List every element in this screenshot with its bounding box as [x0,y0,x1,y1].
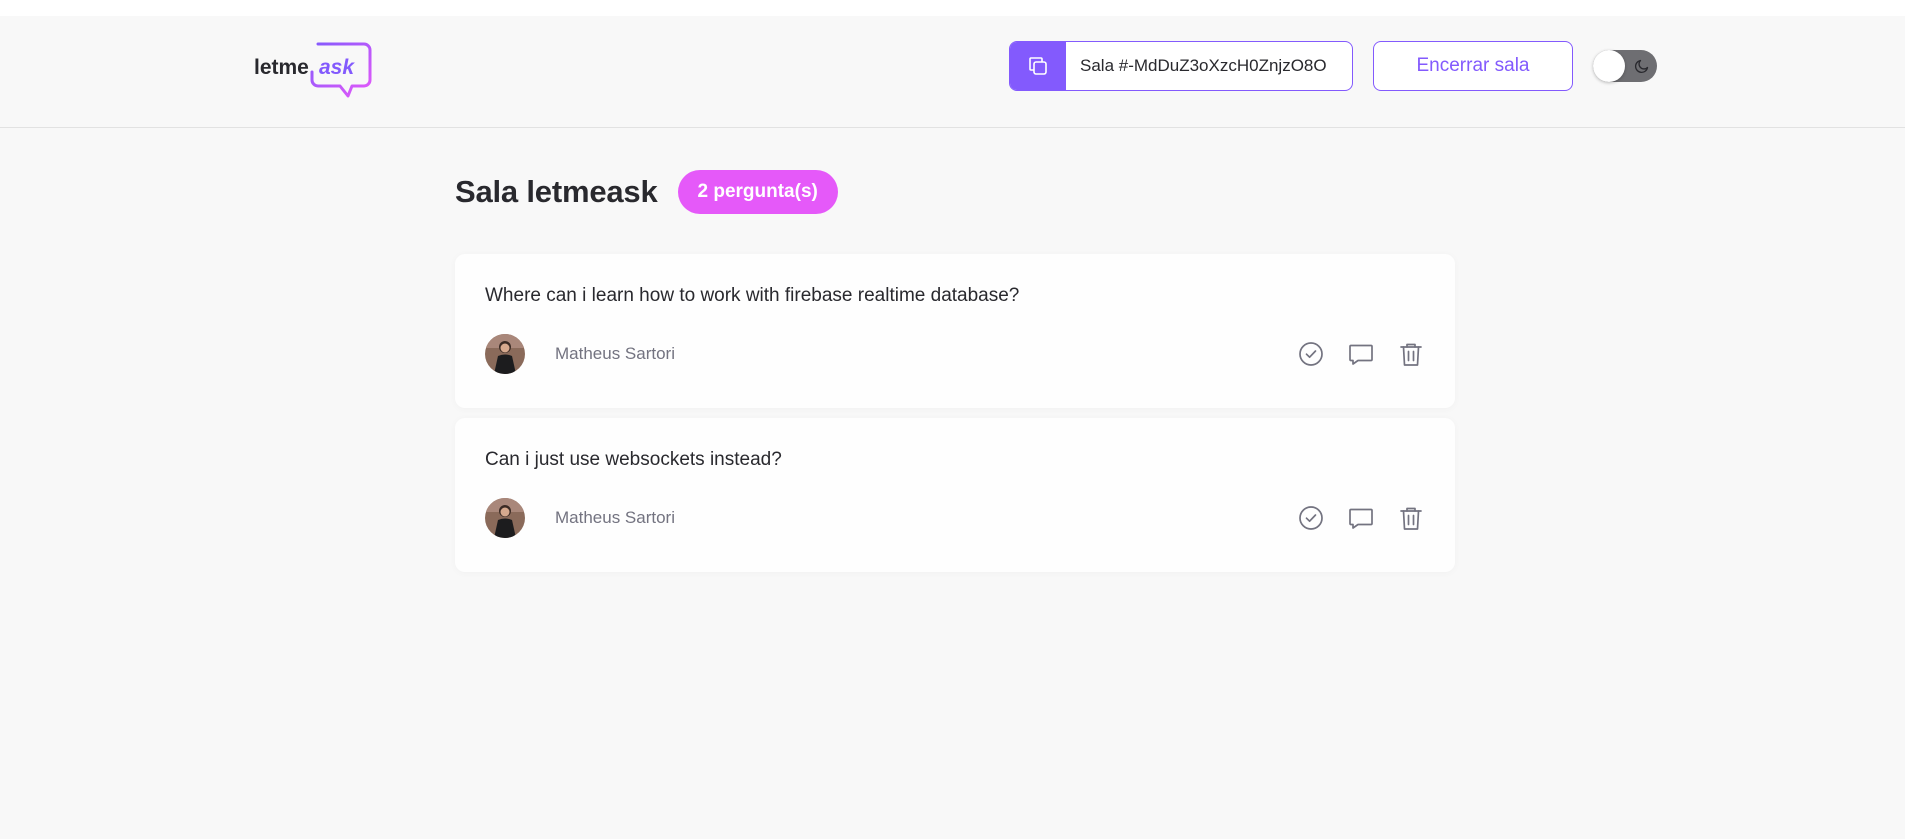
page-title: Sala letmeask [455,174,658,209]
question-actions [1297,340,1425,368]
check-circle-icon[interactable] [1297,504,1325,532]
question-list: Where can i learn how to work with fireb… [455,254,1455,572]
answer-icon[interactable] [1347,504,1375,532]
room-code-button[interactable]: Sala #-MdDuZ3oXzcH0ZnjzO8O [1009,41,1353,91]
question-footer: Matheus Sartori [485,498,1425,538]
room-code-label: Sala #-MdDuZ3oXzcH0ZnjzO8O [1080,56,1327,75]
user-name: Matheus Sartori [555,344,675,363]
theme-toggle[interactable] [1593,50,1657,82]
user-name: Matheus Sartori [555,508,675,527]
avatar [485,498,525,538]
answer-icon[interactable] [1347,340,1375,368]
question-card: Can i just use websockets instead? Mathe… [455,418,1455,572]
avatar [485,334,525,374]
user-info: Matheus Sartori [485,334,675,374]
question-actions [1297,504,1425,532]
user-info: Matheus Sartori [485,498,675,538]
header-actions: Sala #-MdDuZ3oXzcH0ZnjzO8O Encerrar sala [1009,41,1657,91]
question-card: Where can i learn how to work with fireb… [455,254,1455,408]
top-strip [0,0,1905,16]
question-content: Where can i learn how to work with fireb… [485,285,1020,306]
letmeask-logo[interactable]: letme ask [254,40,374,100]
trash-icon[interactable] [1397,504,1425,532]
question-footer: Matheus Sartori [485,334,1425,374]
page-header: letme ask Sala #-MdDuZ3oXzcH0ZnjzO8O Enc… [0,16,1905,128]
room-content: Sala letmeask 2 pergunta(s) Where can i … [455,170,1455,582]
question-content: Can i just use websockets instead? [485,449,782,470]
question-count-badge: 2 pergunta(s) [677,170,838,214]
toggle-knob [1593,50,1625,82]
copy-icon[interactable] [1010,42,1066,90]
close-room-button[interactable]: Encerrar sala [1373,41,1573,91]
moon-icon [1634,59,1649,74]
logo-text-accent: ask [319,56,355,79]
room-title-row: Sala letmeask 2 pergunta(s) [455,170,1455,214]
check-circle-icon[interactable] [1297,340,1325,368]
logo-text-dark: letme [254,56,309,79]
trash-icon[interactable] [1397,340,1425,368]
